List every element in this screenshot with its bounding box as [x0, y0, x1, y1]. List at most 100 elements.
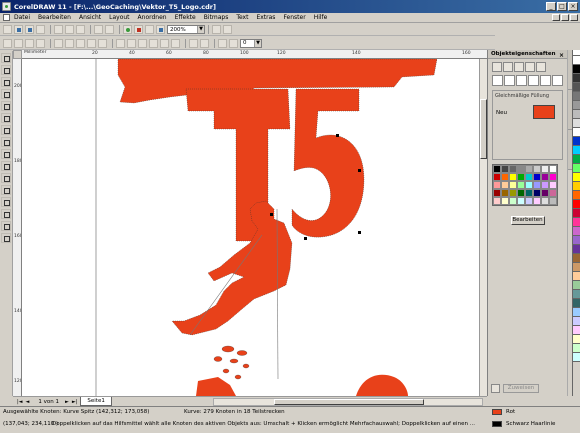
- internet-tab-icon[interactable]: [525, 62, 535, 72]
- color-swatch[interactable]: [573, 155, 580, 164]
- horizontal-ruler[interactable]: Millimeter 20 40 60 80 100 120 140 160: [22, 50, 487, 59]
- color-swatch[interactable]: [573, 173, 580, 182]
- color-swatch[interactable]: [573, 254, 580, 263]
- vertical-ruler[interactable]: 200 180 160 140 120: [13, 59, 22, 396]
- color-swatch[interactable]: [573, 344, 580, 353]
- doc-minimize-button[interactable]: [552, 14, 560, 21]
- maximize-button[interactable]: □: [557, 2, 567, 11]
- color-swatch[interactable]: [573, 218, 580, 227]
- corel-online-icon[interactable]: [156, 25, 165, 34]
- cusp-node-icon[interactable]: [76, 38, 85, 48]
- pick-tool-icon[interactable]: [1, 53, 11, 63]
- menu-datei[interactable]: Datei: [14, 14, 30, 21]
- pattern-fill-icon[interactable]: [516, 75, 527, 86]
- rock-debris[interactable]: [213, 345, 250, 380]
- color-palette-bar[interactable]: [572, 50, 580, 396]
- polygon-tool-icon[interactable]: [1, 149, 11, 159]
- edit-fill-button[interactable]: Bearbeiten: [510, 216, 545, 225]
- fill-tool-icon[interactable]: [1, 221, 11, 231]
- next-page-icon[interactable]: ►: [65, 399, 69, 405]
- outline-tab-icon[interactable]: [503, 62, 513, 72]
- horizontal-scroll-thumb[interactable]: [274, 399, 424, 405]
- color-swatch[interactable]: [573, 290, 580, 299]
- outline-tool-icon[interactable]: [1, 209, 11, 219]
- fill-tab-icon[interactable]: [492, 62, 502, 72]
- interactive-fill-tool-icon[interactable]: [1, 233, 11, 243]
- color-swatch[interactable]: [573, 245, 580, 254]
- general-tab-icon[interactable]: [514, 62, 524, 72]
- break-curve-icon[interactable]: [36, 38, 45, 48]
- menu-anordnen[interactable]: Anordnen: [138, 14, 167, 21]
- reverse-direction-icon[interactable]: [116, 38, 125, 48]
- page-tab-seite1[interactable]: Seite1: [80, 397, 112, 406]
- color-swatch[interactable]: [573, 353, 580, 362]
- join-nodes-icon[interactable]: [25, 38, 34, 48]
- add-node-icon[interactable]: [3, 38, 12, 48]
- save-icon[interactable]: [25, 25, 34, 34]
- minimize-button[interactable]: _: [546, 2, 556, 11]
- menu-ansicht[interactable]: Ansicht: [79, 14, 101, 21]
- zoom-level-select[interactable]: 200% ▼: [167, 25, 205, 34]
- select-all-nodes-icon[interactable]: [200, 38, 209, 48]
- doc-close-button[interactable]: [570, 14, 578, 21]
- menu-effekte[interactable]: Effekte: [175, 14, 196, 21]
- freehand-tool-icon[interactable]: [1, 101, 11, 111]
- shape-tool-icon[interactable]: [1, 65, 11, 75]
- smart-draw-tool-icon[interactable]: [1, 113, 11, 123]
- copy-icon[interactable]: [65, 25, 74, 34]
- undo-icon[interactable]: [94, 25, 103, 34]
- import-icon[interactable]: [123, 25, 132, 34]
- color-swatch[interactable]: [573, 65, 580, 74]
- color-swatch[interactable]: [573, 308, 580, 317]
- color-swatch[interactable]: [573, 92, 580, 101]
- menu-bitmaps[interactable]: Bitmaps: [204, 14, 229, 21]
- fill-color-swatch[interactable]: [492, 409, 502, 415]
- elastic-mode-icon[interactable]: [189, 38, 198, 48]
- crop-tool-icon[interactable]: [1, 77, 11, 87]
- color-swatch[interactable]: [573, 146, 580, 155]
- new-document-icon[interactable]: [3, 25, 12, 34]
- texture-fill-icon[interactable]: [528, 75, 539, 86]
- no-color-swatch[interactable]: [573, 56, 580, 65]
- to-curve-icon[interactable]: [65, 38, 74, 48]
- color-swatch[interactable]: [573, 164, 580, 173]
- menu-text[interactable]: Text: [236, 14, 248, 21]
- outline-color-swatch[interactable]: [492, 421, 502, 427]
- menu-extras[interactable]: Extras: [256, 14, 275, 21]
- application-launcher-icon[interactable]: [145, 25, 154, 34]
- color-swatch[interactable]: [573, 263, 580, 272]
- letter-t-shape[interactable]: [185, 88, 291, 242]
- digit-five-shape[interactable]: [291, 88, 365, 238]
- color-swatch[interactable]: [573, 182, 580, 191]
- export-icon[interactable]: [134, 25, 143, 34]
- color-swatch[interactable]: [573, 209, 580, 218]
- color-swatch[interactable]: [573, 272, 580, 281]
- climber-silhouette[interactable]: [171, 200, 293, 336]
- extend-curve-icon[interactable]: [127, 38, 136, 48]
- color-swatch[interactable]: [573, 236, 580, 245]
- cut-icon[interactable]: [54, 25, 63, 34]
- snap-to-guidelines-icon[interactable]: [223, 25, 232, 34]
- color-swatch[interactable]: [573, 326, 580, 335]
- outline-pen-icon[interactable]: [229, 38, 238, 48]
- paste-icon[interactable]: [76, 25, 85, 34]
- first-page-icon[interactable]: |◄: [17, 399, 23, 405]
- postscript-fill-icon[interactable]: [540, 75, 551, 86]
- text-tool-icon[interactable]: [1, 173, 11, 183]
- color-swatch[interactable]: [573, 119, 580, 128]
- close-button[interactable]: ×: [568, 2, 578, 11]
- smooth-node-icon[interactable]: [87, 38, 96, 48]
- color-swatch[interactable]: [573, 137, 580, 146]
- extract-subpath-icon[interactable]: [138, 38, 147, 48]
- interactive-blend-tool-icon[interactable]: [1, 185, 11, 195]
- stretch-nodes-icon[interactable]: [149, 38, 158, 48]
- color-swatch[interactable]: [573, 83, 580, 92]
- open-icon[interactable]: [14, 25, 23, 34]
- color-swatch[interactable]: [573, 335, 580, 344]
- curve-tab-icon[interactable]: [536, 62, 546, 72]
- menu-fenster[interactable]: Fenster: [283, 14, 305, 21]
- eyedropper-tool-icon[interactable]: [1, 197, 11, 207]
- color-swatch[interactable]: [573, 191, 580, 200]
- color-palette-grid[interactable]: [492, 164, 558, 206]
- document-icon[interactable]: [3, 14, 10, 21]
